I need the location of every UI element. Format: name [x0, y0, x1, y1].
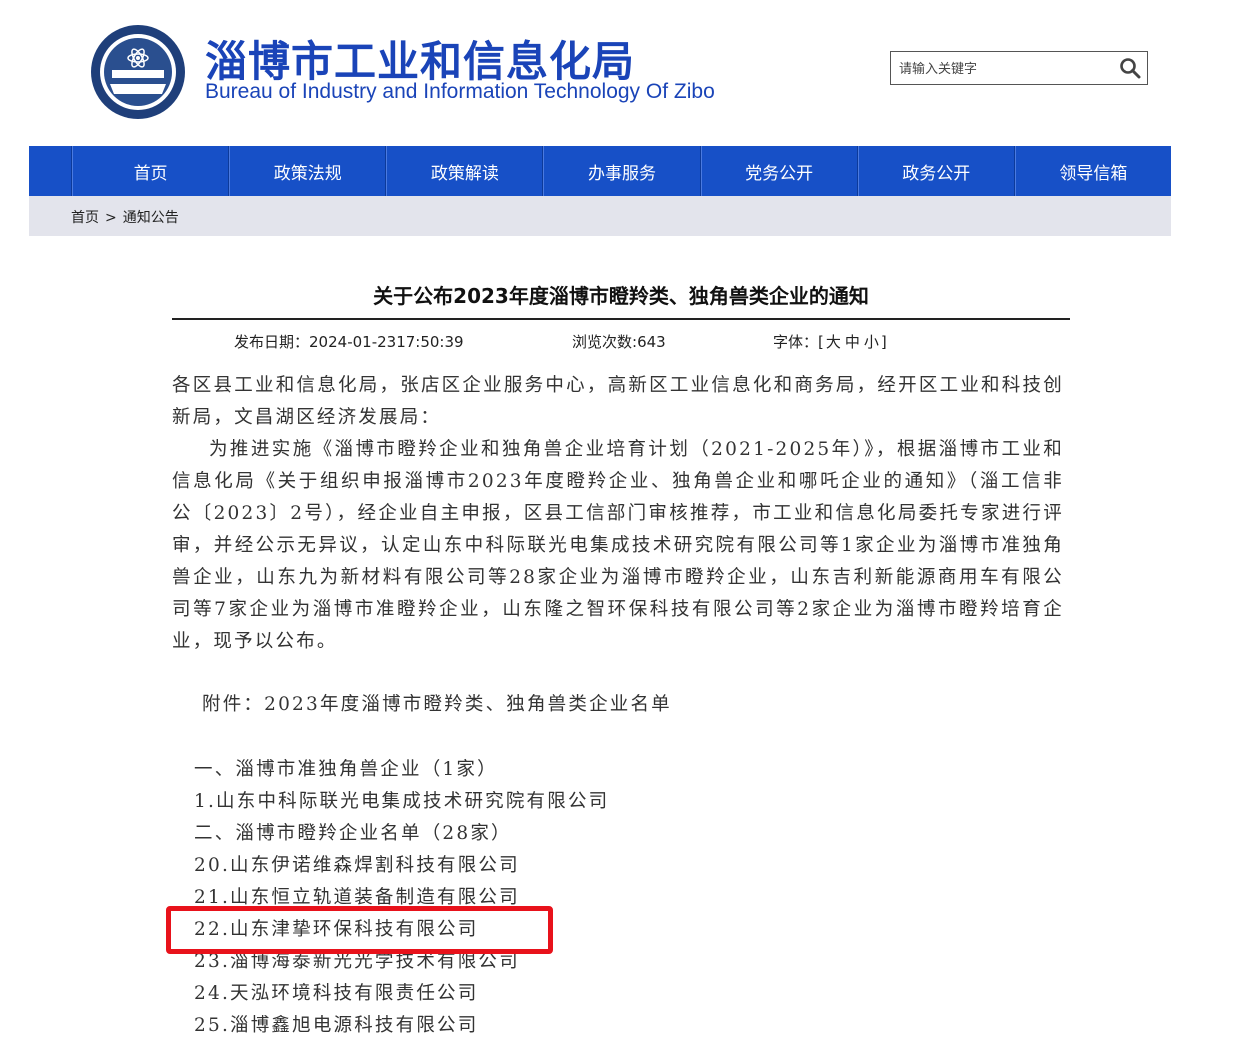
view-count-value: 643: [637, 333, 666, 351]
article-paragraph-main: 为推进实施《淄博市瞪羚企业和独角兽企业培育计划（2021-2025年）》，根据淄…: [172, 439, 1064, 652]
company-list: 一、淄博市准独角兽企业（1家） 1.山东中科际联光电集成技术研究院有限公司 二、…: [194, 754, 609, 1042]
breadcrumb-separator: >: [105, 210, 117, 226]
font-size-close: ]: [880, 333, 887, 351]
breadcrumb-bar: 首页 > 通知公告: [29, 196, 1171, 236]
bureau-logo-icon[interactable]: [90, 24, 186, 120]
list-item: 一、淄博市准独角兽企业（1家）: [194, 759, 498, 780]
breadcrumb-current-link[interactable]: 通知公告: [123, 210, 179, 226]
nav-item-services[interactable]: 办事服务: [543, 146, 701, 196]
attachment-line: 附件：2023年度淄博市瞪羚类、独角兽类企业名单: [202, 694, 672, 715]
nav-item-party-affairs[interactable]: 党务公开: [700, 146, 858, 196]
font-size-label: 字体：[: [773, 333, 824, 351]
list-item: 25.淄博鑫旭电源科技有限公司: [194, 1015, 479, 1036]
font-size-large[interactable]: 大: [826, 333, 841, 351]
list-item: 20.山东伊诺维森焊割科技有限公司: [194, 855, 520, 876]
site-header: 淄博市工业和信息化局 Bureau of Industry and Inform…: [0, 0, 1240, 146]
nav-item-policy-interpretation[interactable]: 政策解读: [386, 146, 544, 196]
search-icon[interactable]: [1119, 57, 1141, 79]
site-title-en: Bureau of Industry and Information Techn…: [205, 80, 715, 103]
nav-item-policies[interactable]: 政策法规: [229, 146, 387, 196]
view-count-label: 浏览次数:: [572, 333, 638, 351]
breadcrumb-home-link[interactable]: 首页: [71, 210, 99, 226]
publish-date-label: 发布日期：: [234, 333, 310, 351]
publish-date-value: 2024-01-2317:50:39: [309, 333, 464, 351]
search-input[interactable]: [897, 58, 1116, 80]
list-item: 24.天泓环境科技有限责任公司: [194, 983, 479, 1004]
article-title: 关于公布2023年度淄博市瞪羚类、独角兽类企业的通知: [373, 284, 869, 308]
font-size-switcher: 字体：[大中小]: [773, 331, 887, 352]
main-nav: 首页 政策法规 政策解读 办事服务 党务公开 政务公开 领导信箱: [29, 146, 1171, 196]
view-count: 浏览次数:643: [572, 331, 666, 352]
list-item: 二、淄博市瞪羚企业名单（28家）: [194, 823, 512, 844]
nav-item-leader-mailbox[interactable]: 领导信箱: [1014, 146, 1171, 196]
breadcrumb: 首页 > 通知公告: [71, 207, 179, 227]
article-body: 各区县工业和信息化局，张店区企业服务中心，高新区工业信息化和商务局，经开区工业和…: [172, 370, 1064, 658]
nav-spacer: [29, 146, 72, 196]
title-divider: [172, 318, 1070, 320]
nav-item-government-affairs[interactable]: 政务公开: [857, 146, 1015, 196]
article-paragraph-recipients: 各区县工业和信息化局，张店区企业服务中心，高新区工业信息化和商务局，经开区工业和…: [172, 375, 1064, 428]
nav-item-home[interactable]: 首页: [72, 146, 230, 196]
font-size-small[interactable]: 小: [864, 333, 879, 351]
search-box: [890, 51, 1148, 85]
font-size-medium[interactable]: 中: [845, 333, 860, 351]
publish-date: 发布日期：2024-01-2317:50:39: [234, 331, 464, 352]
red-highlight-box: [166, 906, 553, 954]
list-item: 1.山东中科际联光电集成技术研究院有限公司: [194, 791, 610, 812]
